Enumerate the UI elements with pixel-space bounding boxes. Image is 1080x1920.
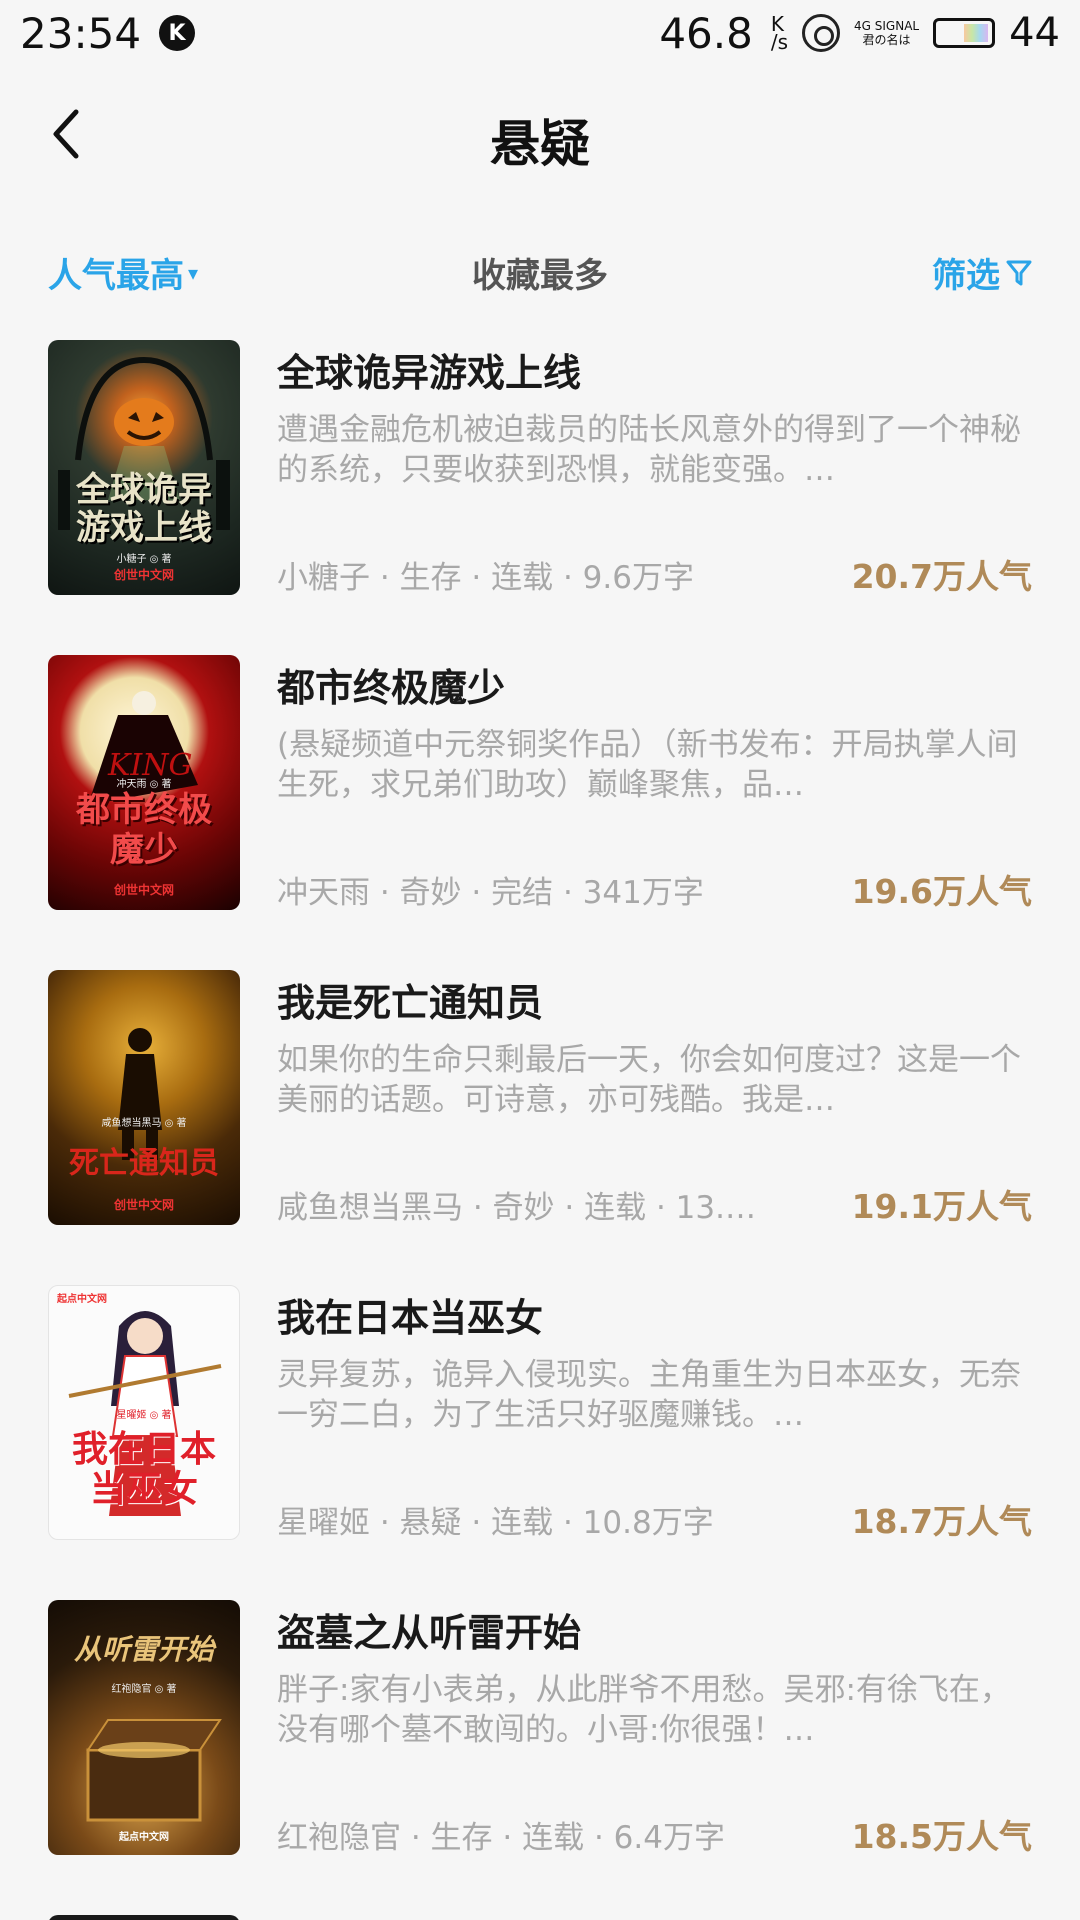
next-book-cover-peek[interactable]	[48, 1915, 240, 1920]
cover-art	[118, 1028, 162, 1160]
book-popularity: 18.7万人气	[851, 1502, 1032, 1541]
book-description: (悬疑频道中元祭铜奖作品）（新书发布：开局执掌人间生死，求兄弟们助攻）巅峰聚焦，…	[277, 727, 1018, 803]
book-description: 胖子:家有小表弟，从此胖爷不用愁。吴邪:有徐飞在，没有哪个墓不敢闯的。小哥:你很…	[277, 1672, 1011, 1748]
cover-author: 星曜姬 ◎ 著	[116, 1410, 172, 1421]
net-speed-unit: K /s	[770, 12, 789, 54]
sort-bar: 人气最高 ▾ 收藏最多 筛选	[0, 240, 1080, 300]
book-popularity: 19.1万人气	[851, 1187, 1032, 1226]
cover-publisher: 创世中文网	[113, 568, 174, 582]
book-cover[interactable]: 我在日本当巫女 星曜姬 ◎ 著 起点中文网	[48, 1285, 240, 1540]
book-item[interactable]: 从听雷开始 红袍隐官 ◎ 著 起点中文网 盗墓之从听雷开始 胖子:家有小表弟，从…	[0, 1600, 1080, 1915]
book-popularity: 19.6万人气	[851, 872, 1032, 911]
filter-label: 筛选	[932, 256, 1000, 296]
cover-title: 死亡通知员	[69, 1146, 219, 1181]
page-title: 悬疑	[490, 115, 590, 173]
book-meta: 红袍隐官 · 生存 · 连载 · 6.4万字	[277, 1820, 725, 1856]
book-item[interactable]: 我在日本当巫女 星曜姬 ◎ 著 起点中文网 我在日本当巫女 灵异复苏，诡异入侵现…	[0, 1285, 1080, 1600]
battery-icon	[933, 18, 996, 48]
book-popularity: 18.5万人气	[851, 1817, 1032, 1856]
book-popularity: 20.7万人气	[851, 557, 1032, 596]
book-title[interactable]: 盗墓之从听雷开始	[277, 1602, 581, 1657]
cover-author: 咸鱼想当黑马 ◎ 著	[101, 1118, 187, 1129]
cover-publisher: 创世中文网	[113, 883, 174, 897]
book-meta: 咸鱼想当黑马 · 奇妙 · 连载 · 13.…	[277, 1190, 756, 1226]
book-title[interactable]: 我在日本当巫女	[277, 1287, 543, 1342]
header: 悬疑	[0, 66, 1080, 212]
status-bar: 23:54 K 46.8 K /s 4G SIGNAL 君の名は 44	[0, 0, 1080, 66]
sort-most-favorited[interactable]: 收藏最多	[0, 248, 1080, 297]
book-item[interactable]: 死亡通知员 咸鱼想当黑马 ◎ 著 创世中文网 我是死亡通知员 如果你的生命只剩最…	[0, 970, 1080, 1285]
cover-author: 小糖子 ◎ 著	[116, 554, 172, 565]
cover-title: 全球诡异游戏上线	[76, 470, 212, 548]
battery-level: 44	[1009, 10, 1060, 56]
book-title[interactable]: 我是死亡通知员	[277, 972, 543, 1027]
hotspot-icon	[802, 14, 841, 52]
book-title[interactable]: 全球诡异游戏上线	[277, 342, 581, 397]
cover-title: 我在日本当巫女	[71, 1428, 216, 1510]
sort-most-favorited-label[interactable]: 收藏最多	[472, 256, 608, 296]
book-cover[interactable]: 从听雷开始 红袍隐官 ◎ 著 起点中文网	[48, 1600, 240, 1855]
book-description: 灵异复苏，诡异入侵现实。主角重生为日本巫女，无奈一穷二白，为了生活只好驱魔赚钱。…	[277, 1357, 1021, 1433]
cover-publisher: 创世中文网	[113, 1198, 174, 1212]
clock: 23:54	[20, 8, 142, 58]
signal-label: 4G SIGNAL 君の名は	[854, 19, 920, 47]
book-meta: 小糖子 · 生存 · 连载 · 9.6万字	[277, 560, 694, 596]
cover-title: 都市终极魔少	[76, 790, 212, 870]
book-meta: 冲天雨 · 奇妙 · 完结 · 341万字	[277, 875, 704, 911]
cover-publisher: 起点中文网	[57, 1294, 107, 1305]
book-cover[interactable]: KING 都市终极魔少 冲天雨 ◎ 著 创世中文网	[48, 655, 240, 910]
app-badge-icon: K	[159, 15, 196, 51]
net-speed: 46.8	[659, 8, 753, 58]
book-cover[interactable]: 全球诡异游戏上线 小糖子 ◎ 著 创世中文网	[48, 340, 240, 595]
cover-author: 红袍隐官 ◎ 著	[111, 1684, 177, 1695]
cover-author: 冲天雨 ◎ 著	[116, 779, 172, 790]
book-cover[interactable]: 死亡通知员 咸鱼想当黑马 ◎ 著 创世中文网	[48, 970, 240, 1225]
book-meta: 星曜姬 · 悬疑 · 连载 · 10.8万字	[277, 1505, 714, 1541]
book-item[interactable]: 全球诡异游戏上线 小糖子 ◎ 著 创世中文网 全球诡异游戏上线 遭遇金融危机被迫…	[0, 340, 1080, 655]
book-item[interactable]: KING 都市终极魔少 冲天雨 ◎ 著 创世中文网 都市终极魔少 (悬疑频道中元…	[0, 655, 1080, 970]
book-list: 全球诡异游戏上线 小糖子 ◎ 著 创世中文网 全球诡异游戏上线 遭遇金融危机被迫…	[0, 340, 1080, 1915]
filter-button[interactable]: 筛选	[932, 248, 1032, 297]
book-description: 遭遇金融危机被迫裁员的陆长风意外的得到了一个神秘的系统，只要收获到恐惧，就能变强…	[277, 412, 1021, 488]
cover-publisher: 起点中文网	[119, 1832, 169, 1843]
funnel-icon	[1006, 260, 1032, 285]
book-title[interactable]: 都市终极魔少	[277, 657, 505, 712]
book-description: 如果你的生命只剩最后一天，你会如何度过？这是一个美丽的话题。可诗意，亦可残酷。我…	[277, 1042, 1021, 1118]
cover-title: 从听雷开始	[73, 1633, 214, 1666]
